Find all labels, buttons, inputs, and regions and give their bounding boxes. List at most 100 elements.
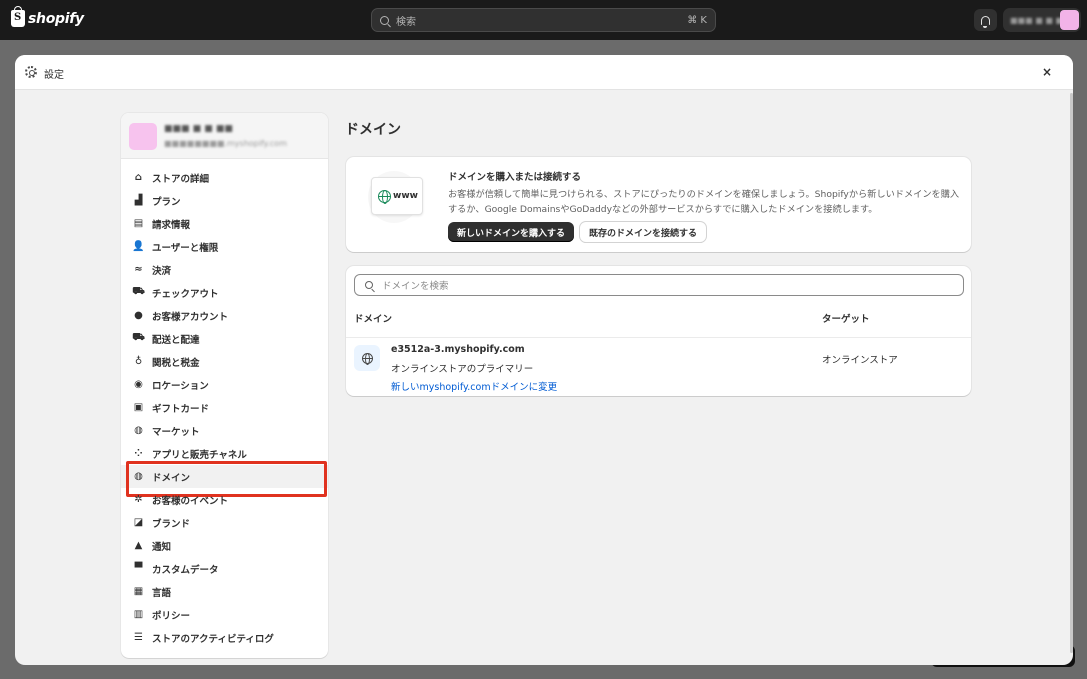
sidebar-item-label: ストアの詳細 [152,173,210,185]
page-title: ドメイン [345,122,401,138]
domains-table-card: ドメインを検索 ドメイン ターゲット e3512a-3.myshopify.co… [346,266,971,396]
gift-card-icon: ▣ [133,402,144,413]
sidebar-item[interactable]: ⛟ チェックアウト [121,281,328,304]
sidebar-item-label: ブランド [152,518,191,530]
sidebar-item-label: 請求情報 [152,219,191,231]
www-illustration: www [368,171,423,223]
sidebar-item[interactable]: ▤ 請求情報 [121,212,328,235]
sidebar-item[interactable]: ◍ ドメイン [121,465,328,488]
column-header-domain[interactable]: ドメイン [354,311,392,325]
billing-icon: ▤ [133,218,144,229]
search-shortcut: ⌘ K [687,14,707,26]
sidebar-item[interactable]: ✲ お客様のイベント [121,488,328,511]
sidebar-item[interactable]: ☰ ストアのアクティビティログ [121,626,328,649]
sidebar-item[interactable]: ▲ 通知 [121,534,328,557]
sidebar-item[interactable]: ◪ ブランド [121,511,328,534]
sidebar-item-label: ユーザーと権限 [152,242,219,254]
settings-modal: 設定 × ■■■ ■ ■ ■■ ■■■■■■■■.myshopify.com ⌂… [15,55,1073,665]
search-icon [365,281,373,289]
sidebar-item-label: チェックアウト [152,288,219,300]
buy-connect-domain-card: www ドメインを購入または接続する お客様が信頼して簡単に見つけられる、ストア… [346,157,971,252]
domain-globe-icon: ◍ [134,471,143,482]
activity-log-icon: ☰ [134,632,143,643]
notifications-button[interactable] [974,9,997,31]
language-icon: ▦ [133,586,144,597]
payments-icon: ≈ [134,264,143,275]
store-card-name: ■■■ ■ ■ ■■ [164,124,233,134]
sidebar-item[interactable]: ⌂ ストアの詳細 [121,166,328,189]
store-menu-button[interactable]: ■■■ ■ ■ ■■ [1003,8,1081,32]
sidebar-item-label: 言語 [152,587,172,599]
domain-search-placeholder: ドメインを検索 [382,281,449,292]
sidebar-item-label: カスタムデータ [152,564,219,576]
connect-existing-domain-button[interactable]: 既存のドメインを接続する [580,222,707,242]
global-search-placeholder: 検索 [396,16,416,28]
sidebar-item[interactable]: ⁘ アプリと販売チャネル [121,442,328,465]
sidebar-item[interactable]: ▥ ポリシー [121,603,328,626]
users-icon: 👤 [132,241,145,252]
www-box: www [371,177,423,215]
custom-data-icon: ▀ [134,563,143,574]
bell-icon: ▲ [134,540,143,551]
buy-card-title: ドメインを購入または接続する [448,172,582,183]
sidebar-item-label: アプリと販売チャネル [152,449,247,461]
buy-card-description: お客様が信頼して簡単に見つけられる、ストアにぴったりのドメインを確保しましょう。… [448,189,960,215]
plan-icon: ▟ [134,195,143,206]
modal-header: 設定 × [15,55,1073,90]
store-icon: ⌂ [134,172,143,183]
sidebar-item[interactable]: ◉ ロケーション [121,373,328,396]
scrollbar[interactable] [1070,93,1073,653]
sidebar-item-label: 関税と税金 [152,357,200,369]
apps-icon: ⁘ [134,448,143,459]
policy-icon: ▥ [133,609,144,620]
events-icon: ✲ [134,494,143,505]
domain-row-icon [354,345,380,371]
shopify-bag-icon [11,6,25,27]
sidebar-item[interactable]: ▣ ギフトカード [121,396,328,419]
brand-icon: ◪ [133,517,144,528]
store-card[interactable]: ■■■ ■ ■ ■■ ■■■■■■■■.myshopify.com [121,113,328,159]
logo-text: shopify [28,10,84,27]
sidebar-item-label: ドメイン [152,472,191,484]
sidebar-item-label: 決済 [152,265,172,277]
sidebar-item[interactable]: ● お客様アカウント [121,304,328,327]
sidebar-item[interactable]: ⛟ 配送と配達 [121,327,328,350]
sidebar-item-label: 通知 [152,541,172,553]
sidebar-item-label: お客様のイベント [152,495,229,507]
table-divider [346,337,971,338]
shopify-logo[interactable]: shopify [11,6,84,27]
settings-sidebar: ■■■ ■ ■ ■■ ■■■■■■■■.myshopify.com ⌂ ストアの詳… [121,113,328,658]
settings-nav: ⌂ ストアの詳細 ▟ プラン ▤ 請求情報 👤 ユーザーと権限 ≈ 決済 ⛟ チェックアウト ● お客様ア… [121,166,328,649]
sidebar-item-label: ギフトカード [152,403,210,415]
buy-new-domain-button[interactable]: 新しいドメインを購入する [448,222,575,242]
bell-icon [981,15,990,28]
location-icon: ◉ [134,379,143,390]
sidebar-item-label: マーケット [152,426,200,438]
domain-target: オンラインストア [822,355,898,366]
sidebar-item-label: ポリシー [152,610,191,622]
store-card-avatar [129,123,157,150]
sidebar-item[interactable]: ▀ カスタムデータ [121,557,328,580]
sidebar-item[interactable]: ◍ マーケット [121,419,328,442]
store-avatar [1060,10,1079,30]
domain-search-input[interactable]: ドメインを検索 [354,274,964,296]
change-myshopify-domain-link[interactable]: 新しいmyshopify.comドメインに変更 [391,379,557,393]
close-button[interactable]: × [1042,65,1052,79]
sidebar-item[interactable]: ≈ 決済 [121,258,328,281]
truck-icon: ⛟ [132,332,145,343]
sidebar-item[interactable]: 👤 ユーザーと権限 [121,235,328,258]
www-text: www [393,191,418,201]
globe-icon: ◍ [134,425,143,436]
sidebar-item[interactable]: ▟ プラン [121,189,328,212]
sidebar-item[interactable]: ▦ 言語 [121,580,328,603]
domain-name[interactable]: e3512a-3.myshopify.com [391,344,525,355]
sidebar-item-label: ロケーション [152,380,209,392]
cart-icon: ⛟ [132,286,145,297]
sidebar-item[interactable]: ♁ 関税と税金 [121,350,328,373]
tax-icon: ♁ [134,356,143,367]
gear-icon [25,66,37,78]
sidebar-item-label: ストアのアクティビティログ [152,633,274,645]
top-bar: shopify 検索 ⌘ K ■■■ ■ ■ ■■ [0,0,1087,40]
column-header-target[interactable]: ターゲット [822,311,870,325]
global-search-bar[interactable]: 検索 ⌘ K [371,8,716,32]
